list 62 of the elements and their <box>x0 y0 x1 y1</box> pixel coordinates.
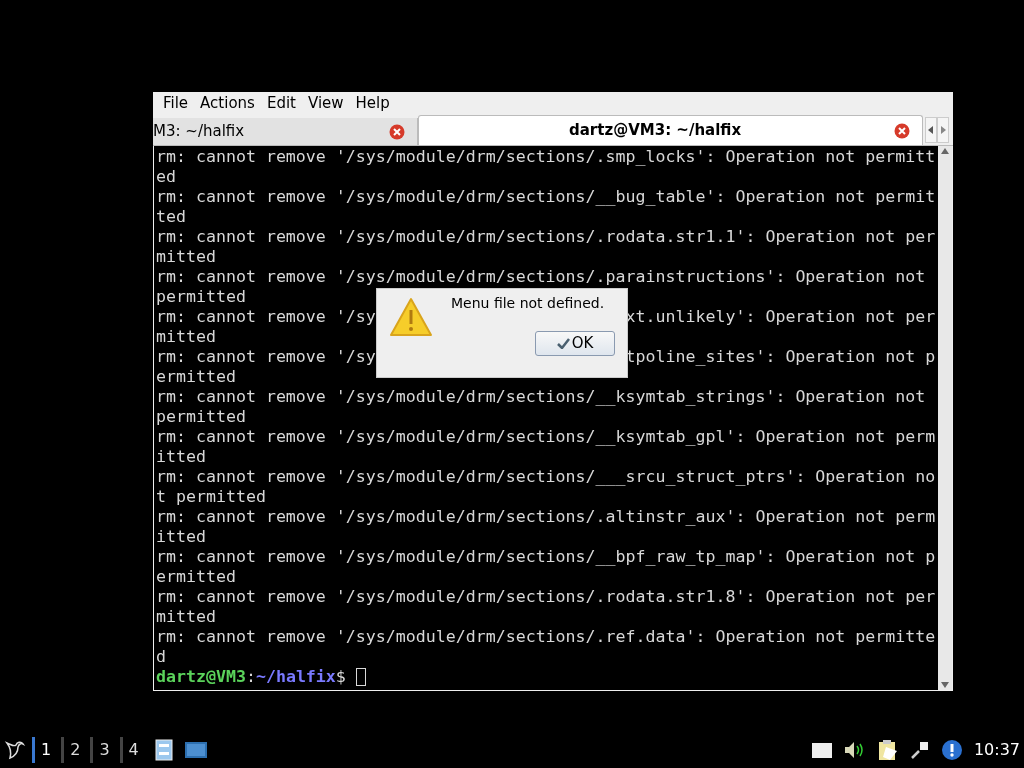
terminal-line: rm: cannot remove '/sys/module/drm/sections/__bpf_raw_tp_map': Operation not p <box>156 547 936 566</box>
close-icon[interactable] <box>389 123 405 140</box>
file-cabinet-icon[interactable] <box>154 739 173 761</box>
menu-item[interactable]: File <box>157 91 195 115</box>
dialog-message: Menu file not defined. <box>451 294 605 313</box>
monitor-icon[interactable] <box>184 742 207 758</box>
terminal-line: rm: cannot remove '/sys/module/drm/sections/.smp_locks': Operation not permitt <box>156 147 936 166</box>
terminal-line: mitted <box>156 247 216 266</box>
terminal-line: ed <box>156 167 176 186</box>
terminal-line: permitted <box>156 407 246 426</box>
terminal-line: permitted <box>156 287 246 306</box>
tab[interactable]: dartz@VM3: ~/halfix <box>418 115 923 145</box>
scroll-up-arrow[interactable] <box>941 148 949 154</box>
drive-icon[interactable] <box>811 742 832 758</box>
terminal-line: rm: cannot remove '/sys/module/drm/sections/__ksymtab_strings': Operation not <box>156 387 926 406</box>
terminal-line: ted <box>156 207 186 226</box>
terminal-line: mitted <box>156 607 216 626</box>
terminal-line: d <box>156 647 166 666</box>
prompt-separator: : <box>245 667 256 687</box>
clipboard-icon[interactable] <box>877 739 898 761</box>
clock[interactable]: 10:37 <box>973 738 1020 762</box>
terminal-line: rm: cannot remove '/sy <box>156 307 376 326</box>
terminal-line: rm: cannot remove '/sys/module/drm/sections/.parainstructions': Operation not <box>156 267 926 286</box>
info-icon[interactable] <box>941 740 962 760</box>
speaker-icon[interactable] <box>843 741 866 759</box>
warning-icon <box>389 297 433 337</box>
terminal-line: rm: cannot remove '/sys/module/drm/sections/.rodata.str1.8': Operation not per <box>156 587 936 606</box>
scroll-down-arrow[interactable] <box>941 682 949 688</box>
terminal-line: ermitted <box>156 567 236 586</box>
menu-item[interactable]: Edit <box>260 91 302 115</box>
plug-icon[interactable] <box>909 740 930 760</box>
check-icon <box>556 338 570 349</box>
tab[interactable]: M3: ~/halfix <box>153 118 418 145</box>
terminal-line: rm: cannot remove '/sys/module/drm/sections/__bug_table': Operation not permit <box>156 187 936 206</box>
terminal-line: tpoline_sites': Operation not p <box>625 347 936 367</box>
terminal-line: rm: cannot remove '/sys/module/drm/sections/.altinstr_aux': Operation not perm <box>156 507 936 526</box>
terminal-line: ermitted <box>156 367 236 386</box>
cursor <box>355 668 366 686</box>
terminal-line: rm: cannot remove '/sys/module/drm/sections/.rodata.str1.1': Operation not per <box>156 227 936 246</box>
workspace-switch[interactable]: 1 <box>32 737 56 763</box>
menu-item[interactable]: View <box>301 91 350 115</box>
menu-item[interactable]: Help <box>349 91 396 115</box>
scrollbar[interactable] <box>938 146 952 690</box>
terminal-line: t permitted <box>156 487 266 506</box>
prompt-user: dartz@VM3 <box>156 667 246 687</box>
terminal-line: rm: cannot remove '/sys/module/drm/sections/___srcu_struct_ptrs': Operation no <box>156 467 936 486</box>
workspace-switch[interactable]: 4 <box>119 737 143 763</box>
terminal-line: rm: cannot remove '/sy <box>156 347 376 366</box>
menu-item[interactable]: Actions <box>194 91 261 115</box>
prompt-symbol: $ <box>335 667 346 687</box>
close-icon[interactable] <box>894 122 910 139</box>
workspace-switch[interactable]: 2 <box>61 737 85 763</box>
ok-button[interactable]: OK <box>535 331 615 356</box>
terminal-line: rm: cannot remove '/sys/module/drm/sections/__ksymtab_gpl': Operation not perm <box>156 427 936 446</box>
terminal-line: xt.unlikely': Operation not per <box>625 307 936 327</box>
terminal-line: mitted <box>156 327 216 346</box>
workspace-switch[interactable]: 3 <box>90 737 114 763</box>
terminal-line: itted <box>156 447 206 466</box>
terminal-line: itted <box>156 527 206 546</box>
bird-icon[interactable] <box>4 739 26 761</box>
terminal-line: rm: cannot remove '/sys/module/drm/sections/.ref.data': Operation not permitte <box>156 627 936 646</box>
prompt-path: ~/halfix <box>255 667 336 687</box>
